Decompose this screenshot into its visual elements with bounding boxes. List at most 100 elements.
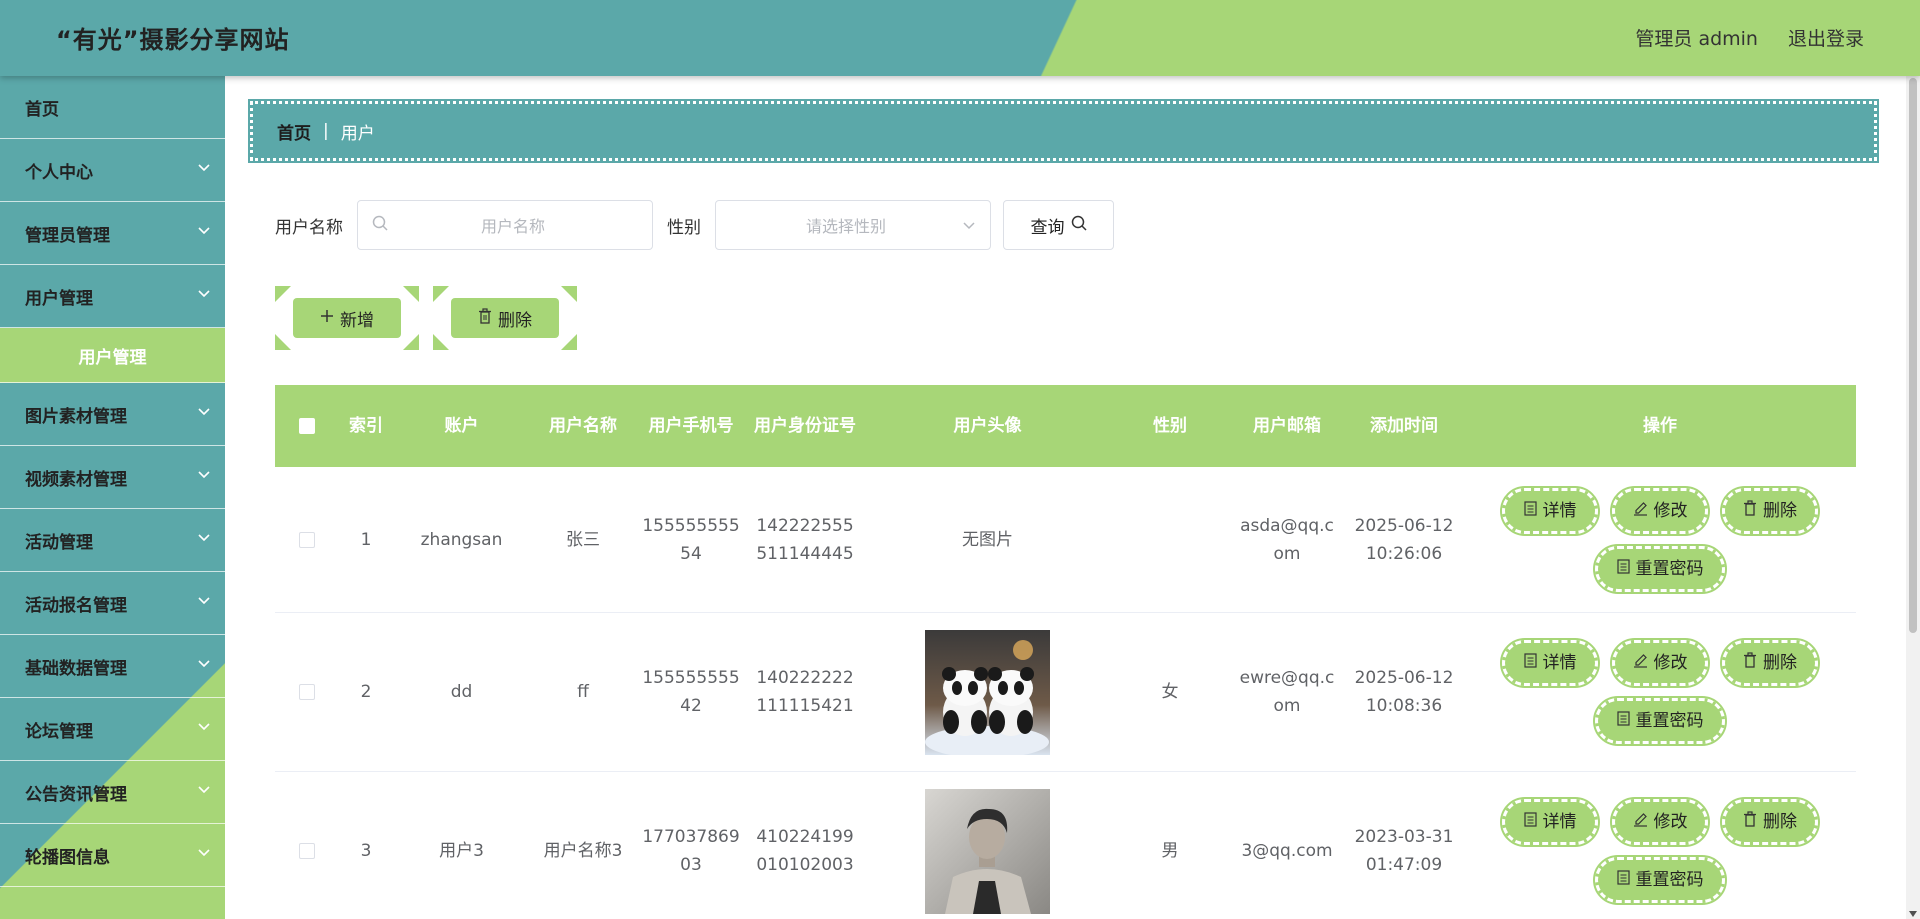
sidebar-item-label: 活动报名管理 xyxy=(25,595,127,616)
edit-button[interactable]: 修改 xyxy=(1610,797,1710,847)
panda-avatar-image[interactable] xyxy=(925,629,1050,755)
chevron-down-icon xyxy=(197,848,211,858)
select-all-checkbox[interactable] xyxy=(298,418,315,434)
row-email-line1: 3@qq.com xyxy=(1241,841,1333,861)
admin-label: 管理员 admin xyxy=(1635,28,1758,50)
reset-password-button[interactable]: 重置密码 xyxy=(1593,543,1727,594)
row-gender: 女 xyxy=(1161,682,1179,702)
reset-password-button[interactable]: 重置密码 xyxy=(1593,696,1727,746)
row-delete-label: 删除 xyxy=(1763,500,1797,521)
sidebar-item-label: 基础数据管理 xyxy=(25,658,127,679)
row-checkbox-cell xyxy=(275,684,338,700)
row-date: 2025-06-12 xyxy=(1354,668,1454,688)
header-account: 账户 xyxy=(444,416,479,436)
row-clock: 10:08:36 xyxy=(1365,696,1443,716)
name-search-input[interactable]: 用户名称 xyxy=(357,200,653,250)
row-account: 用户3 xyxy=(439,841,484,861)
sidebar-item-label: 活动管理 xyxy=(25,532,93,553)
row-account: zhangsan xyxy=(420,529,503,550)
row-gender: 男 xyxy=(1161,841,1179,861)
breadcrumb-home[interactable]: 首页 xyxy=(277,119,311,144)
sidebar-subitem-user-management[interactable]: 用户管理 xyxy=(0,328,225,383)
scroll-down-arrow-icon[interactable] xyxy=(1909,911,1917,917)
detail-button[interactable]: 详情 xyxy=(1500,485,1600,536)
detail-button[interactable]: 详情 xyxy=(1500,797,1600,847)
portrait-avatar-image[interactable] xyxy=(925,788,1050,914)
sidebar-item-users[interactable]: 用户管理 xyxy=(0,265,225,328)
row-date: 2023-03-31 xyxy=(1354,827,1454,847)
select-all-cell xyxy=(275,418,338,434)
row-ops: 详情 修改 删除 重置密码 xyxy=(1464,638,1856,746)
sidebar-menu: 首页 个人中心 管理员管理 用户管理 用户管理 图片素材管理 视频素材管理 活动… xyxy=(0,76,225,919)
sidebar-item-activities[interactable]: 活动管理 xyxy=(0,509,225,572)
sidebar-item-profile[interactable]: 个人中心 xyxy=(0,139,225,202)
pencil-icon xyxy=(1633,497,1648,525)
reset-password-button[interactable]: 重置密码 xyxy=(1593,855,1727,905)
row-email-line1: asda@qq.c xyxy=(1240,515,1334,536)
user-table: 索引 账户 用户名称 用户手机号 用户身份证号 用户头像 性别 用户邮箱 添加时… xyxy=(275,385,1856,919)
row-delete-button[interactable]: 删除 xyxy=(1720,638,1820,688)
sidebar-item-base-data[interactable]: 基础数据管理 xyxy=(0,635,225,698)
row-phone: 177037869 03 xyxy=(637,823,745,879)
row-index: 1 xyxy=(360,529,372,550)
add-button[interactable]: 新增 xyxy=(275,286,419,350)
header-time: 添加时间 xyxy=(1370,416,1438,436)
row-checkbox[interactable] xyxy=(298,684,315,700)
row-delete-button[interactable]: 删除 xyxy=(1720,797,1820,847)
page-scrollbar[interactable] xyxy=(1906,76,1920,919)
sidebar-item-news[interactable]: 公告资讯管理 xyxy=(0,761,225,824)
chevron-down-icon xyxy=(197,226,211,236)
chevron-down-icon xyxy=(962,216,976,235)
add-button-label: 新增 xyxy=(340,310,374,331)
search-icon xyxy=(1071,215,1087,236)
row-name: 用户名称3 xyxy=(543,841,623,861)
sidebar-item-home[interactable]: 首页 xyxy=(0,76,225,139)
header-ops: 操作 xyxy=(1643,416,1677,436)
row-delete-button[interactable]: 删除 xyxy=(1720,485,1820,536)
trash-icon xyxy=(1743,649,1757,677)
row-phone-line1: 155555555 xyxy=(642,668,740,688)
edit-button[interactable]: 修改 xyxy=(1610,638,1710,688)
row-checkbox[interactable] xyxy=(298,531,315,548)
row-phone-line1: 177037869 xyxy=(642,827,740,847)
sidebar-item-forum[interactable]: 论坛管理 xyxy=(0,698,225,761)
breadcrumb-separator: | xyxy=(323,121,329,141)
query-button[interactable]: 查询 xyxy=(1003,200,1114,250)
row-email-line1: ewre@qq.c xyxy=(1239,668,1335,688)
document-icon xyxy=(1523,497,1537,525)
row-ops: 详情 修改 删除 重置密码 xyxy=(1464,485,1856,594)
gender-select[interactable]: 请选择性别 xyxy=(715,200,991,250)
document-icon xyxy=(1523,808,1537,836)
name-search-placeholder: 用户名称 xyxy=(480,217,545,236)
row-idcard-line2: 511144445 xyxy=(756,543,854,564)
sidebar-item-videos[interactable]: 视频素材管理 xyxy=(0,446,225,509)
row-email: asda@qq.c om xyxy=(1230,512,1344,568)
chevron-down-icon xyxy=(197,289,211,299)
sidebar-item-activity-signup[interactable]: 活动报名管理 xyxy=(0,572,225,635)
row-email-line2: om xyxy=(1273,543,1301,564)
detail-label: 详情 xyxy=(1542,812,1577,832)
sidebar-item-label: 用户管理 xyxy=(25,288,93,309)
sidebar-item-images[interactable]: 图片素材管理 xyxy=(0,383,225,446)
row-clock: 10:26:06 xyxy=(1365,543,1443,564)
edit-label: 修改 xyxy=(1653,500,1688,521)
pencil-icon xyxy=(1633,649,1648,677)
scrollbar-thumb[interactable] xyxy=(1909,78,1917,633)
logout-link[interactable]: 退出登录 xyxy=(1788,24,1864,51)
sidebar-item-admin[interactable]: 管理员管理 xyxy=(0,202,225,265)
row-name: 张三 xyxy=(566,529,600,550)
row-phone: 155555555 54 xyxy=(637,512,745,568)
row-checkbox[interactable] xyxy=(298,843,315,859)
row-avatar-empty: 无图片 xyxy=(962,529,1013,550)
top-header: “有光”摄影分享网站 管理员 admin 退出登录 xyxy=(0,0,1920,76)
batch-delete-button[interactable]: 删除 xyxy=(433,286,577,350)
row-phone-line2: 54 xyxy=(680,543,702,564)
chevron-down-icon xyxy=(197,470,211,480)
detail-button[interactable]: 详情 xyxy=(1500,638,1600,688)
row-ops: 详情 修改 删除 重置密码 xyxy=(1464,797,1856,905)
row-phone: 155555555 42 xyxy=(637,664,745,720)
document-icon xyxy=(1616,866,1630,894)
edit-button[interactable]: 修改 xyxy=(1610,485,1710,536)
row-idcard-line2: 111115421 xyxy=(756,696,854,716)
sidebar-item-carousel[interactable]: 轮播图信息 xyxy=(0,824,225,887)
